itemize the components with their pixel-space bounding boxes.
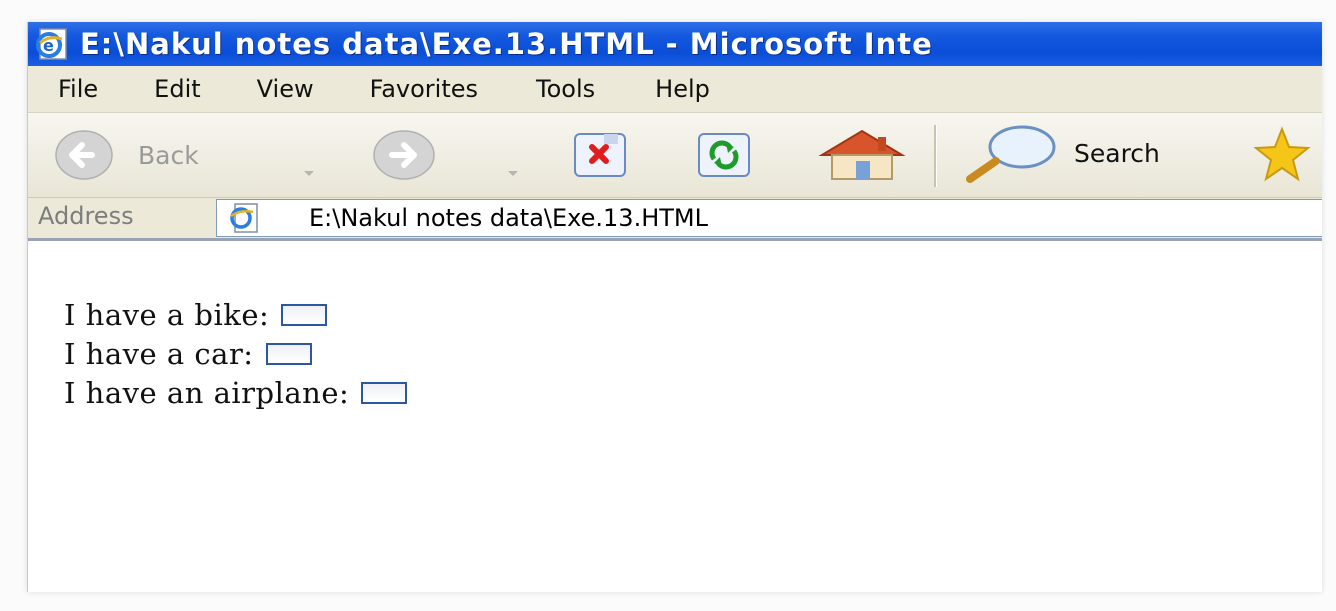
- bike-label: I have a bike:: [64, 298, 270, 332]
- svg-text:e: e: [43, 36, 54, 55]
- browser-window: e E:\Nakul notes data\Exe.13.HTML - Micr…: [27, 22, 1322, 592]
- address-input[interactable]: E:\Nakul notes data\Exe.13.HTML: [216, 199, 1322, 237]
- title-bar[interactable]: e E:\Nakul notes data\Exe.13.HTML - Micr…: [28, 22, 1322, 66]
- back-dropdown-icon[interactable]: [304, 171, 314, 176]
- ie-page-icon: [230, 203, 258, 233]
- search-magnifier-icon: [966, 125, 1056, 183]
- back-label: Back: [138, 141, 199, 170]
- back-button[interactable]: Back: [54, 127, 274, 183]
- bike-checkbox[interactable]: [281, 304, 328, 326]
- toolbar: Back Search: [28, 113, 1322, 198]
- menu-help[interactable]: Help: [655, 75, 710, 103]
- forward-arrow-icon[interactable]: [372, 127, 436, 183]
- back-arrow-icon: [55, 130, 113, 180]
- search-label: Search: [1074, 139, 1160, 168]
- favorites-star-icon[interactable]: [1252, 125, 1312, 185]
- menu-bar: File Edit View Favorites Tools Help: [28, 66, 1322, 113]
- list-item: I have an airplane:: [64, 373, 408, 413]
- car-checkbox[interactable]: [265, 343, 312, 365]
- address-bar: Address E:\Nakul notes data\Exe.13.HTML: [28, 198, 1322, 241]
- refresh-icon[interactable]: [696, 131, 754, 181]
- window-title: E:\Nakul notes data\Exe.13.HTML - Micros…: [80, 27, 933, 61]
- forward-dropdown-icon[interactable]: [508, 171, 518, 176]
- airplane-checkbox[interactable]: [361, 382, 408, 404]
- ie-page-icon: e: [36, 28, 67, 60]
- address-value: E:\Nakul notes data\Exe.13.HTML: [309, 204, 708, 232]
- car-label: I have a car:: [64, 337, 254, 371]
- search-button[interactable]: Search: [960, 123, 1220, 187]
- address-label: Address: [38, 202, 134, 230]
- list-item: I have a bike:: [64, 295, 328, 335]
- screenshot-frame: e E:\Nakul notes data\Exe.13.HTML - Micr…: [0, 0, 1336, 611]
- page-content: I have a bike: I have a car: I have an a…: [28, 241, 1322, 592]
- menu-favorites[interactable]: Favorites: [370, 75, 478, 103]
- menu-tools[interactable]: Tools: [536, 75, 595, 103]
- menu-edit[interactable]: Edit: [154, 75, 200, 103]
- list-item: I have a car:: [64, 334, 312, 374]
- menu-file[interactable]: File: [58, 75, 98, 103]
- home-icon[interactable]: [816, 125, 908, 183]
- airplane-label: I have an airplane:: [64, 376, 350, 410]
- toolbar-separator: [934, 125, 937, 187]
- stop-icon[interactable]: [572, 131, 630, 181]
- menu-view[interactable]: View: [257, 75, 314, 103]
